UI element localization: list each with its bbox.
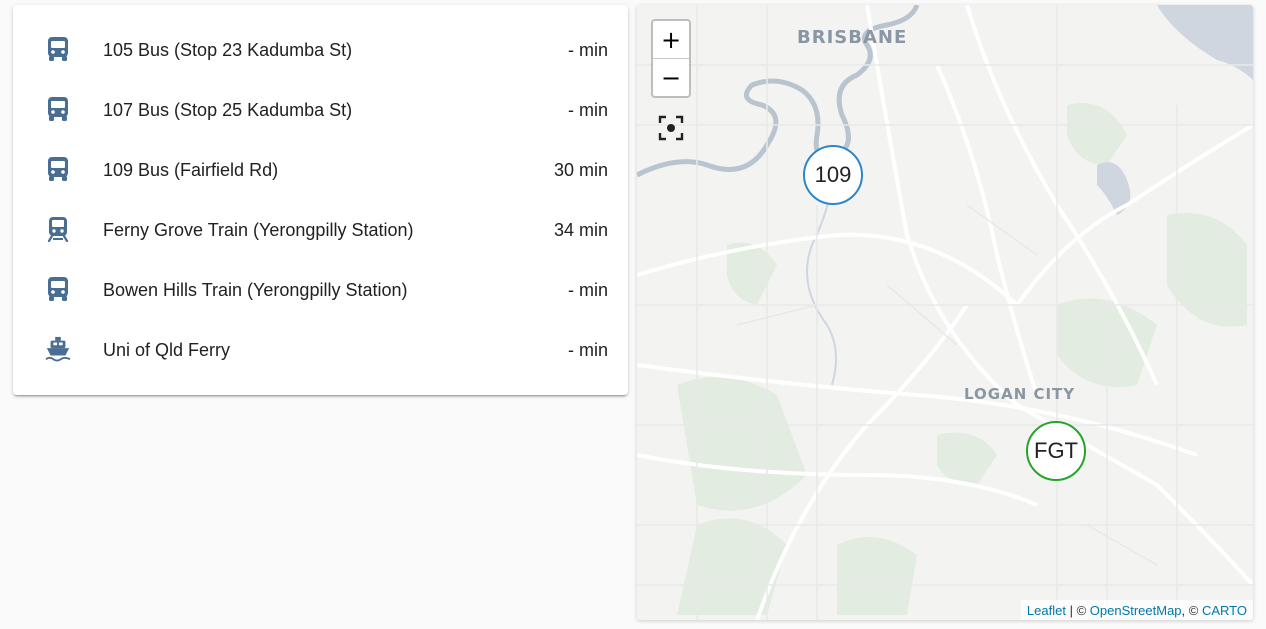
bus-icon (45, 156, 71, 182)
departure-time: 30 min (553, 160, 608, 180)
attribution-separator: , © (1181, 603, 1202, 618)
departure-row[interactable]: 105 Bus (Stop 23 Kadumba St) - min (13, 20, 628, 80)
map-attribution: Leaflet | © OpenStreetMap, © CARTO (1020, 600, 1253, 620)
departure-name: 109 Bus (Fairfield Rd) (103, 160, 279, 180)
departure-name: Uni of Qld Ferry (103, 340, 231, 360)
ferry-icon (45, 336, 71, 362)
map[interactable]: + − BRISBANE LOGAN CITY 109 FGT Leaflet … (637, 5, 1253, 620)
departure-name: 105 Bus (Stop 23 Kadumba St) (103, 40, 353, 60)
departure-name: Ferny Grove Train (Yerongpilly Station) (103, 220, 414, 240)
map-tiles (637, 5, 1253, 620)
attribution-separator: | © (1065, 603, 1090, 618)
departure-time: - min (568, 100, 608, 120)
departure-row[interactable]: Ferny Grove Train (Yerongpilly Station) … (13, 200, 628, 260)
leaflet-link[interactable]: Leaflet (1027, 603, 1066, 618)
zoom-in-button[interactable]: + (653, 21, 689, 59)
route-marker-109[interactable]: 109 (803, 145, 863, 205)
departure-time: - min (568, 340, 608, 360)
route-marker-fgt[interactable]: FGT (1026, 421, 1086, 481)
zoom-out-button[interactable]: − (653, 59, 689, 96)
departure-row[interactable]: 107 Bus (Stop 25 Kadumba St) - min (13, 80, 628, 140)
carto-link[interactable]: CARTO (1202, 603, 1247, 618)
departure-name: Bowen Hills Train (Yerongpilly Station) (103, 280, 408, 300)
osm-link[interactable]: OpenStreetMap (1090, 603, 1182, 618)
departure-row[interactable]: Uni of Qld Ferry - min (13, 320, 628, 380)
locate-icon (658, 115, 684, 141)
place-label-brisbane: BRISBANE (797, 27, 908, 48)
train-icon (45, 276, 71, 302)
bus-icon (45, 96, 71, 122)
departure-row[interactable]: Bowen Hills Train (Yerongpilly Station) … (13, 260, 628, 320)
departure-time: - min (568, 40, 608, 60)
departure-time: 34 min (553, 220, 608, 240)
train-icon (45, 216, 71, 242)
departures-card: 105 Bus (Stop 23 Kadumba St) - min 107 B… (13, 5, 628, 395)
locate-button[interactable] (657, 114, 685, 142)
departure-time: - min (568, 280, 608, 300)
departure-name: 107 Bus (Stop 25 Kadumba St) (103, 100, 353, 120)
zoom-control: + − (651, 19, 691, 98)
bus-icon (45, 36, 71, 62)
place-label-logan: LOGAN CITY (964, 385, 1076, 403)
departure-row[interactable]: 109 Bus (Fairfield Rd) 30 min (13, 140, 628, 200)
